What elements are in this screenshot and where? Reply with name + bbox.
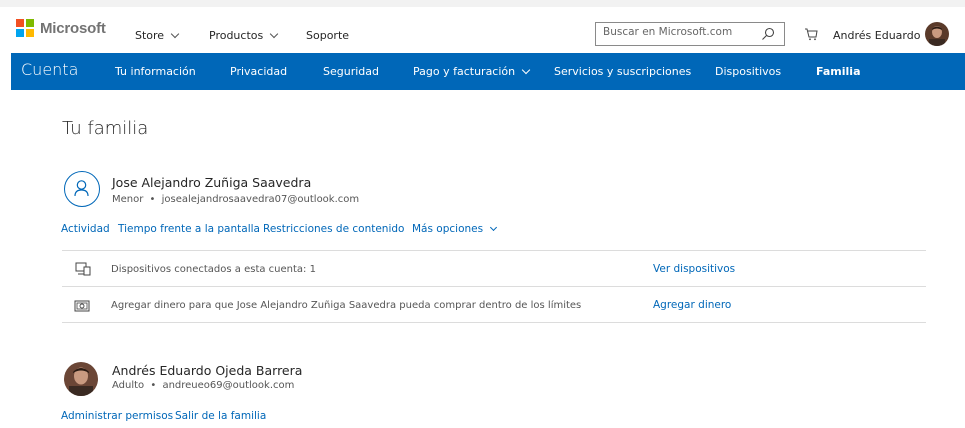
nav-store-label: Store bbox=[135, 29, 165, 42]
microsoft-logo[interactable]: Microsoft bbox=[16, 19, 106, 37]
tab-pago-facturacion[interactable]: Pago y facturación bbox=[413, 65, 531, 78]
top-strip bbox=[0, 0, 965, 7]
divider bbox=[62, 322, 926, 323]
add-money-text: Agregar dinero para que Jose Alejandro Z… bbox=[111, 300, 582, 311]
divider bbox=[62, 286, 926, 287]
separator: • bbox=[150, 380, 157, 391]
tab-familia[interactable]: Familia bbox=[816, 65, 861, 78]
money-icon bbox=[74, 300, 90, 312]
member-role: Menor bbox=[112, 194, 144, 205]
manage-permissions-link[interactable]: Administrar permisos bbox=[61, 410, 173, 422]
nav-productos[interactable]: Productos bbox=[209, 29, 279, 42]
account-brand[interactable]: Cuenta bbox=[21, 60, 78, 79]
devices-icon bbox=[75, 262, 91, 276]
tab-servicios-suscripciones[interactable]: Servicios y suscripciones bbox=[554, 65, 691, 78]
user-avatar[interactable] bbox=[925, 22, 949, 46]
nav-store[interactable]: Store bbox=[135, 29, 180, 42]
add-money-link[interactable]: Agregar dinero bbox=[653, 299, 731, 311]
person-icon bbox=[64, 171, 100, 207]
tab-pago-facturacion-label: Pago y facturación bbox=[413, 65, 516, 78]
brand-name: Microsoft bbox=[40, 19, 106, 37]
search-icon[interactable] bbox=[761, 27, 775, 41]
member-role: Adulto bbox=[112, 380, 145, 391]
member-email: josealejandrosaavedra07@outlook.com bbox=[161, 194, 360, 205]
view-devices-link[interactable]: Ver dispositivos bbox=[653, 263, 735, 275]
member-details: Menor • josealejandrosaavedra07@outlook.… bbox=[112, 194, 359, 205]
user-name[interactable]: Andrés Eduardo bbox=[833, 29, 920, 42]
chevron-down-icon bbox=[521, 65, 531, 75]
member-name: Andrés Eduardo Ojeda Barrera bbox=[112, 363, 303, 378]
member-details: Adulto • andreueo69@outlook.com bbox=[112, 380, 294, 391]
cart-icon[interactable] bbox=[804, 27, 818, 41]
member-email: andreueo69@outlook.com bbox=[162, 380, 295, 391]
member-avatar bbox=[64, 362, 98, 396]
chevron-down-icon bbox=[269, 29, 279, 39]
account-nav-bar: Cuenta Tu información Privacidad Segurid… bbox=[11, 53, 965, 90]
nav-soporte[interactable]: Soporte bbox=[306, 29, 349, 42]
tab-privacidad[interactable]: Privacidad bbox=[230, 65, 287, 78]
tab-seguridad[interactable]: Seguridad bbox=[323, 65, 379, 78]
screen-time-link[interactable]: Tiempo frente a la pantalla bbox=[118, 223, 260, 235]
chevron-down-icon bbox=[170, 29, 180, 39]
avatar-photo bbox=[64, 362, 98, 396]
search-input[interactable] bbox=[603, 26, 753, 38]
avatar-photo bbox=[925, 22, 949, 46]
nav-productos-label: Productos bbox=[209, 29, 264, 42]
content-restrictions-link[interactable]: Restricciones de contenido bbox=[263, 223, 404, 235]
page-title: Tu familia bbox=[62, 118, 149, 139]
microsoft-logo-icon bbox=[16, 19, 34, 37]
nav-soporte-label: Soporte bbox=[306, 29, 350, 42]
tab-dispositivos[interactable]: Dispositivos bbox=[715, 65, 781, 78]
divider bbox=[62, 250, 926, 251]
more-options-link[interactable]: Más opciones bbox=[412, 223, 498, 235]
leave-family-link[interactable]: Salir de la familia bbox=[175, 410, 266, 422]
chevron-down-icon bbox=[490, 223, 498, 232]
more-options-label: Más opciones bbox=[412, 223, 484, 235]
activity-link[interactable]: Actividad bbox=[61, 223, 110, 235]
tab-tu-informacion[interactable]: Tu información bbox=[115, 65, 196, 78]
connected-devices-text: Dispositivos conectados a esta cuenta: 1 bbox=[111, 264, 316, 275]
member-name: Jose Alejandro Zuñiga Saavedra bbox=[112, 175, 312, 190]
separator: • bbox=[149, 194, 156, 205]
search-box bbox=[595, 22, 785, 46]
